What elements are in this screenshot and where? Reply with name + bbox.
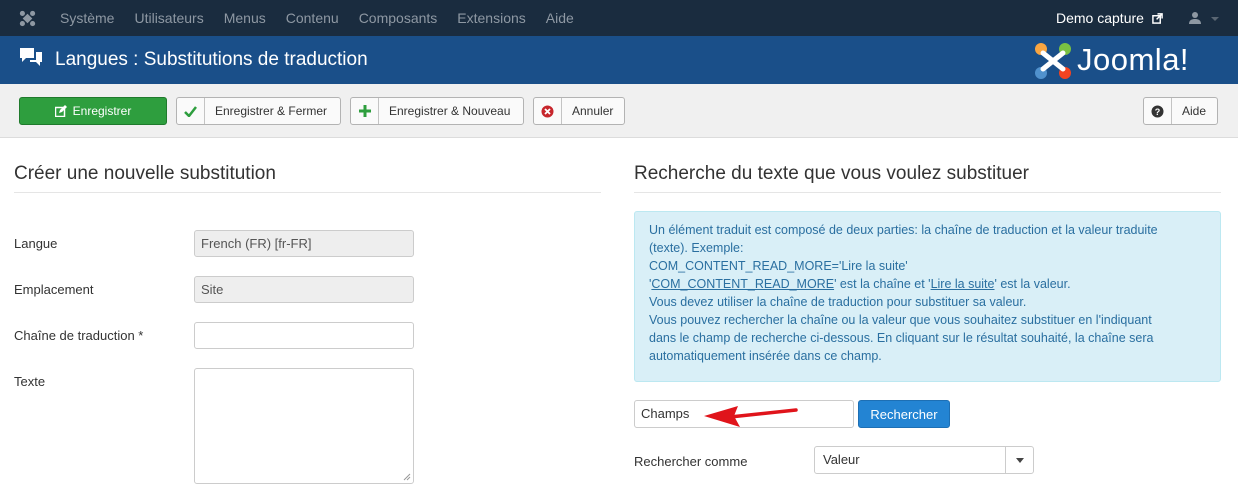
menu-system[interactable]: Système	[50, 0, 124, 36]
joomla-brand-text: Joomla!	[1077, 42, 1190, 77]
top-navbar: Système Utilisateurs Menus Contenu Compo…	[0, 0, 1238, 36]
save-button[interactable]: Enregistrer	[19, 97, 167, 125]
info-constant-link: COM_CONTENT_READ_MORE	[651, 277, 835, 291]
chevron-down-icon[interactable]	[1211, 17, 1219, 21]
constant-field[interactable]	[194, 322, 414, 349]
text-label: Texte	[14, 374, 46, 389]
edit-icon	[54, 105, 67, 117]
constant-label: Chaîne de traduction *	[14, 328, 144, 343]
comments-icon	[20, 48, 42, 66]
info-line: COM_CONTENT_READ_MORE='Lire la suite'	[649, 259, 908, 273]
plus-icon	[351, 98, 379, 124]
menu-extensions[interactable]: Extensions	[447, 0, 535, 36]
info-box: Un élément traduit est composé de deux p…	[634, 211, 1221, 382]
search-as-value: Valeur	[823, 452, 860, 467]
save-new-button[interactable]: Enregistrer & Nouveau	[350, 97, 524, 125]
save-close-button[interactable]: Enregistrer & Fermer	[176, 97, 341, 125]
info-line: 'COM_CONTENT_READ_MORE' est la chaîne et…	[649, 277, 1071, 291]
check-icon	[177, 98, 205, 124]
page-header: Langues : Substitutions de traduction Jo…	[0, 36, 1238, 84]
joomla-logo-icon	[1035, 43, 1071, 79]
main-menu: Système Utilisateurs Menus Contenu Compo…	[50, 0, 584, 36]
menu-components[interactable]: Composants	[349, 0, 448, 36]
text-field[interactable]	[194, 368, 414, 484]
menu-help[interactable]: Aide	[536, 0, 584, 36]
site-link[interactable]: Demo capture	[1056, 0, 1144, 36]
joomla-icon[interactable]	[19, 10, 36, 27]
save-close-label: Enregistrer & Fermer	[215, 104, 328, 118]
menu-content[interactable]: Contenu	[276, 0, 349, 36]
svg-text:?: ?	[1155, 107, 1161, 117]
save-new-label: Enregistrer & Nouveau	[389, 104, 511, 118]
red-arrow-annotation	[704, 406, 798, 427]
search-as-label: Rechercher comme	[634, 454, 748, 469]
search-button[interactable]: Rechercher	[858, 400, 950, 428]
info-line: Vous pouvez rechercher la chaîne ou la v…	[649, 313, 1152, 327]
external-link-icon[interactable]	[1152, 13, 1163, 24]
resize-handle-icon[interactable]	[403, 473, 411, 481]
page-title: Langues : Substitutions de traduction	[55, 49, 368, 70]
divider	[14, 192, 601, 193]
location-label: Emplacement	[14, 282, 94, 297]
toolbar: Enregistrer Enregistrer & Fermer Enregis…	[0, 84, 1238, 138]
info-text: ' est la chaîne et '	[834, 277, 931, 291]
cancel-label: Annuler	[572, 104, 614, 118]
info-line: (texte). Exemple:	[649, 241, 744, 255]
search-as-select[interactable]: Valeur	[814, 446, 1034, 474]
cancel-circle-icon	[534, 98, 562, 124]
info-line: Vous devez utiliser la chaîne de traduct…	[649, 295, 1027, 309]
save-label: Enregistrer	[72, 104, 132, 118]
location-field[interactable]: Site	[194, 276, 414, 303]
search-heading: Recherche du texte que vous voulez subst…	[634, 163, 1030, 184]
language-label: Langue	[14, 236, 58, 251]
form-heading: Créer une nouvelle substitution	[14, 163, 276, 184]
user-icon[interactable]	[1188, 11, 1202, 25]
help-button[interactable]: ? Aide	[1143, 97, 1218, 125]
menu-users[interactable]: Utilisateurs	[124, 0, 213, 36]
info-line: dans le champ de recherche ci-dessous. E…	[649, 331, 1154, 345]
info-line: automatiquement insérée dans ce champ.	[649, 349, 882, 363]
cancel-button[interactable]: Annuler	[533, 97, 625, 125]
divider	[634, 192, 1221, 193]
language-field[interactable]: French (FR) [fr-FR]	[194, 230, 414, 257]
help-label: Aide	[1182, 104, 1207, 118]
chevron-down-icon[interactable]	[1005, 447, 1033, 473]
question-icon: ?	[1144, 98, 1172, 124]
info-value-link: Lire la suite	[930, 277, 995, 291]
info-text: ' est la valeur.	[994, 277, 1071, 291]
menu-menus[interactable]: Menus	[214, 0, 276, 36]
info-line: Un élément traduit est composé de deux p…	[649, 223, 1158, 237]
